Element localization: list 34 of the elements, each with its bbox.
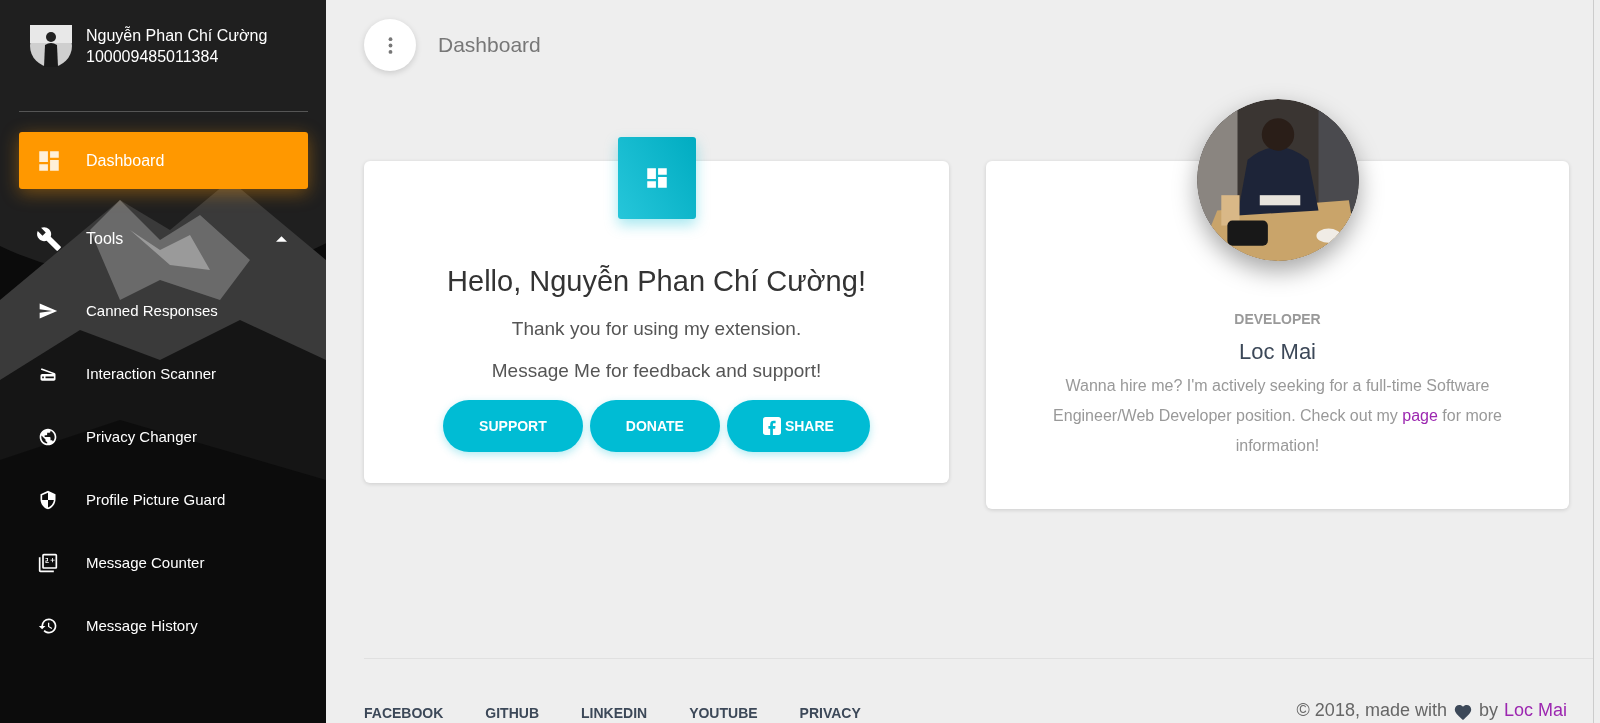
nav-item[interactable]: Canned Responses	[19, 282, 308, 339]
credit-text: © 2018, made with	[1296, 700, 1447, 721]
greeting: Hello, Nguyễn Phan Chí Cường!	[447, 265, 866, 298]
user-id: 100009485011384	[86, 47, 220, 67]
counter-icon	[38, 552, 58, 573]
footer-link[interactable]: YOUTUBE	[689, 705, 758, 721]
nav-item[interactable]: Message Counter	[19, 534, 308, 591]
message-text: Thank you for using my extension.	[511, 318, 802, 340]
caret-icon	[276, 235, 287, 242]
page-title: Dashboard	[438, 33, 541, 57]
wrench-icon	[36, 225, 62, 252]
footer-link[interactable]: LINKEDIN	[581, 705, 648, 721]
page-link[interactable]: page	[1402, 407, 1438, 424]
more-icon	[387, 36, 393, 54]
footer-link[interactable]: PRIVACY	[799, 705, 861, 721]
nav-item[interactable]: Profile Picture Guard	[19, 471, 308, 528]
globe-icon	[38, 426, 58, 447]
nav-item[interactable]: Message History	[19, 597, 308, 654]
facebook-icon	[762, 417, 781, 435]
author-link[interactable]: Loc Mai	[1503, 700, 1567, 721]
nav-item[interactable]: Interaction Scanner	[19, 345, 308, 402]
role-label: DEVELOPER	[1234, 311, 1321, 327]
bio-text: Wanna hire me? I'm actively seeking for a full-time Software Engineer/Web Developer position. Check out my page for more information!	[1052, 376, 1503, 456]
footer-link[interactable]: FACEBOOK	[364, 705, 444, 721]
footer-link[interactable]: GITHUB	[485, 705, 539, 721]
avatar	[30, 25, 72, 67]
message-text: Message Me for feedback and support!	[491, 360, 822, 382]
nav-item[interactable]: Tools	[19, 210, 308, 267]
nav-item[interactable]: Privacy Changer	[19, 408, 308, 465]
credit-text: by	[1478, 700, 1498, 721]
more-button[interactable]	[364, 19, 416, 71]
user-name: Nguyễn Phan Chí Cường	[86, 25, 268, 46]
developer-name: Loc Mai	[1238, 339, 1316, 365]
shield-icon	[38, 489, 58, 510]
